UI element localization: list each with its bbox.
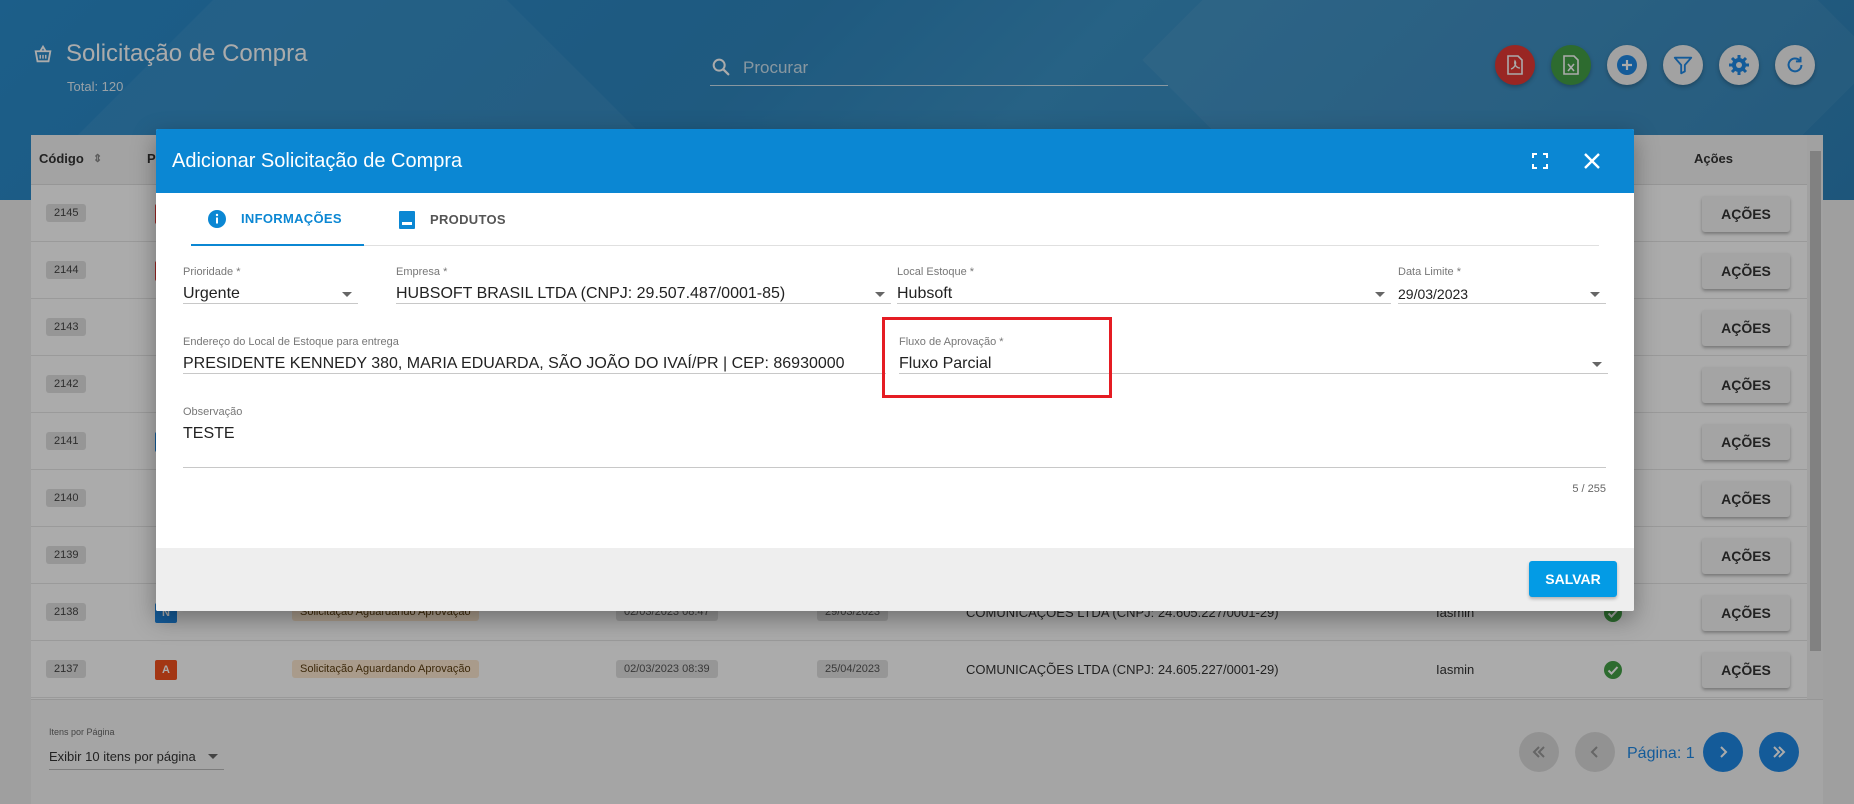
dialog-title: Adicionar Solicitação de Compra bbox=[172, 150, 463, 172]
close-button[interactable] bbox=[1580, 149, 1604, 173]
product-box-icon bbox=[399, 210, 415, 229]
field-label: Endereço do Local de Estoque para entreg… bbox=[183, 336, 399, 348]
field-underline bbox=[183, 467, 1606, 468]
field-underline bbox=[183, 303, 358, 304]
chevron-down-icon bbox=[342, 292, 352, 297]
dialog-footer bbox=[156, 548, 1634, 611]
tab-informacoes[interactable]: INFORMAÇÕES bbox=[191, 193, 364, 246]
chevron-down-icon bbox=[1375, 292, 1385, 297]
data-limite-field[interactable]: Data Limite * 29/03/2023 bbox=[1398, 266, 1606, 304]
field-label: Empresa * bbox=[396, 266, 448, 278]
dialog-header: Adicionar Solicitação de Compra bbox=[156, 129, 1634, 193]
local-estoque-select[interactable]: Local Estoque * Hubsoft bbox=[897, 266, 1391, 304]
dialog-tabs: INFORMAÇÕES PRODUTOS bbox=[191, 193, 1599, 246]
chevron-down-icon bbox=[875, 292, 885, 297]
observacao-textarea[interactable]: Observação TESTE bbox=[183, 406, 1606, 468]
field-underline bbox=[1398, 303, 1606, 304]
field-value: TESTE bbox=[183, 425, 235, 442]
add-request-dialog: Adicionar Solicitação de Compra INFORMAÇ… bbox=[156, 129, 1634, 611]
save-button[interactable]: SALVAR bbox=[1529, 561, 1617, 597]
field-value: HUBSOFT BRASIL LTDA (CNPJ: 29.507.487/00… bbox=[396, 285, 786, 302]
field-value: PRESIDENTE KENNEDY 380, MARIA EDUARDA, S… bbox=[183, 355, 845, 372]
field-label: Observação bbox=[183, 406, 243, 418]
tab-label: PRODUTOS bbox=[430, 212, 506, 227]
chevron-down-icon bbox=[1590, 292, 1600, 297]
tab-produtos[interactable]: PRODUTOS bbox=[398, 193, 506, 246]
info-icon bbox=[208, 209, 226, 228]
field-label: Prioridade * bbox=[183, 266, 241, 278]
field-value: 29/03/2023 bbox=[1398, 286, 1469, 302]
endereco-field[interactable]: Endereço do Local de Estoque para entreg… bbox=[183, 336, 886, 374]
field-label: Local Estoque * bbox=[897, 266, 975, 278]
prioridade-select[interactable]: Prioridade * Urgente bbox=[183, 266, 358, 304]
field-underline bbox=[396, 303, 891, 304]
empresa-select[interactable]: Empresa * HUBSOFT BRASIL LTDA (CNPJ: 29.… bbox=[396, 266, 891, 304]
tab-label: INFORMAÇÕES bbox=[241, 211, 342, 226]
field-value: Urgente bbox=[183, 285, 240, 302]
close-icon bbox=[1584, 153, 1600, 169]
field-value: Hubsoft bbox=[897, 285, 953, 302]
field-underline bbox=[183, 373, 886, 374]
annotation-highlight-box bbox=[882, 317, 1112, 398]
fullscreen-icon bbox=[1532, 153, 1548, 169]
field-underline bbox=[897, 303, 1391, 304]
fullscreen-button[interactable] bbox=[1528, 149, 1552, 173]
chevron-down-icon bbox=[1592, 362, 1602, 367]
field-label: Data Limite * bbox=[1398, 266, 1461, 278]
character-counter: 5 / 255 bbox=[1572, 483, 1606, 495]
